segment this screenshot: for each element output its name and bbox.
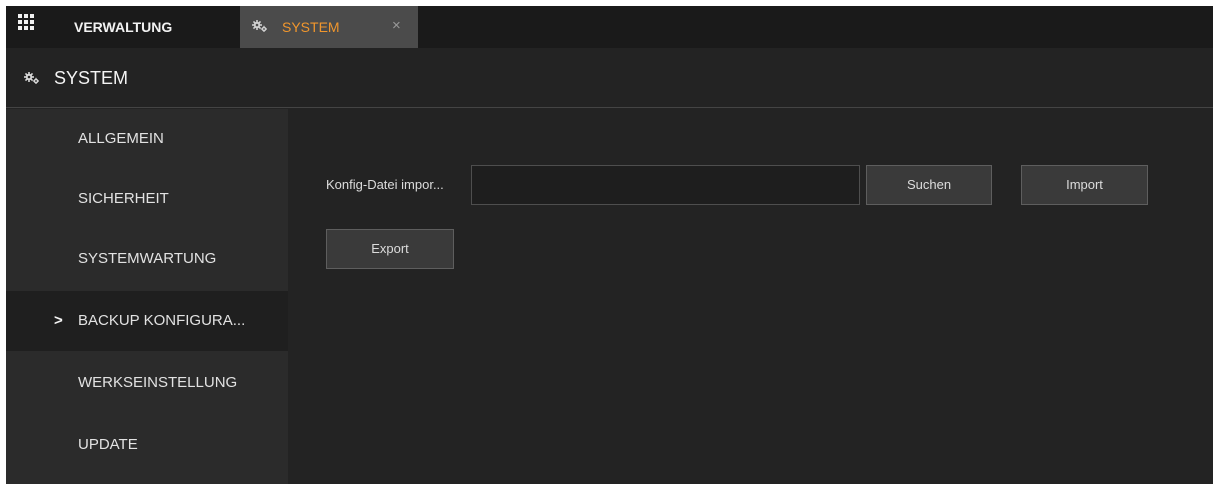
close-icon[interactable]: × xyxy=(392,6,401,46)
sidebar-item-sicherheit[interactable]: SICHERHEIT xyxy=(6,169,288,229)
export-button[interactable]: Export xyxy=(326,229,454,269)
sidebar-item-label: WERKSEINSTELLUNG xyxy=(78,374,238,391)
sidebar-item-label: ALLGEMEIN xyxy=(78,130,164,147)
import-button[interactable]: Import xyxy=(1021,165,1148,205)
page-header: SYSTEM xyxy=(6,48,1213,108)
grid-icon[interactable] xyxy=(18,14,36,32)
search-button[interactable]: Suchen xyxy=(866,165,992,205)
tab-system[interactable]: SYSTEM × xyxy=(240,6,418,48)
app-window: VERWALTUNG SYSTEM × SYSTEM ALLGEMEIN SIC… xyxy=(6,6,1213,484)
gears-icon xyxy=(252,20,267,32)
sidebar-item-update[interactable]: UPDATE xyxy=(6,415,288,475)
config-file-input[interactable] xyxy=(471,165,860,205)
sidebar-item-allgemein[interactable]: ALLGEMEIN xyxy=(6,109,288,169)
tab-verwaltung[interactable]: VERWALTUNG xyxy=(74,6,172,48)
sidebar-item-label: SICHERHEIT xyxy=(78,190,169,207)
sidebar-item-label: BACKUP KONFIGURA... xyxy=(78,312,246,329)
sidebar: ALLGEMEIN SICHERHEIT SYSTEMWARTUNG > BAC… xyxy=(6,109,288,484)
gears-icon xyxy=(24,72,39,84)
page-title: SYSTEM xyxy=(54,68,129,88)
config-file-label: Konfig-Datei impor... xyxy=(326,177,444,192)
tab-system-label: SYSTEM xyxy=(282,19,340,35)
sidebar-item-label: UPDATE xyxy=(78,436,138,453)
main-content: Konfig-Datei impor... Suchen Import Expo… xyxy=(288,109,1213,484)
sidebar-item-backup-konfiguration[interactable]: > BACKUP KONFIGURA... xyxy=(6,291,288,351)
sidebar-item-werkseinstellung[interactable]: WERKSEINSTELLUNG xyxy=(6,353,288,413)
sidebar-item-systemwartung[interactable]: SYSTEMWARTUNG xyxy=(6,229,288,289)
top-tab-bar: VERWALTUNG SYSTEM × xyxy=(6,6,1213,48)
chevron-right-icon: > xyxy=(54,312,63,329)
sidebar-item-label: SYSTEMWARTUNG xyxy=(78,250,217,267)
